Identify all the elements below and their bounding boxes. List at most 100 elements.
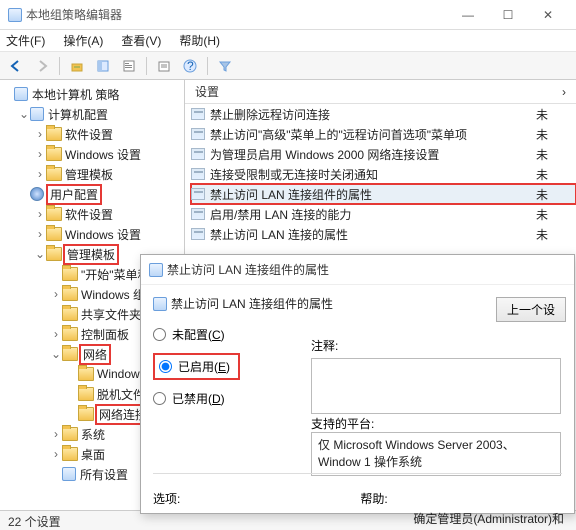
list-item-state: 未 bbox=[536, 186, 576, 203]
comment-textarea[interactable] bbox=[311, 358, 561, 414]
menu-action[interactable]: 操作(A) bbox=[63, 32, 103, 49]
list-row[interactable]: 禁止访问"高级"菜单上的"远程访问首选项"菜单项未 bbox=[191, 124, 576, 144]
list-item-state: 未 bbox=[536, 226, 576, 243]
expander-icon[interactable]: › bbox=[50, 327, 62, 341]
folder-icon bbox=[46, 207, 62, 221]
export-button[interactable] bbox=[152, 55, 176, 77]
policy-icon bbox=[14, 87, 28, 101]
help-label: 帮助: bbox=[360, 490, 387, 507]
list-item-text: 启用/禁用 LAN 连接的能力 bbox=[210, 206, 536, 223]
dialog-icon bbox=[149, 263, 163, 277]
toolbar: ? bbox=[0, 52, 576, 80]
show-hide-button[interactable] bbox=[91, 55, 115, 77]
separator bbox=[59, 57, 60, 75]
maximize-button[interactable]: ☐ bbox=[488, 8, 528, 22]
policy-item-icon bbox=[191, 188, 205, 200]
tree-software-settings[interactable]: ›软件设置 bbox=[34, 124, 184, 144]
separator bbox=[207, 57, 208, 75]
back-button[interactable] bbox=[4, 55, 28, 77]
folder-icon bbox=[62, 267, 78, 281]
up-button[interactable] bbox=[65, 55, 89, 77]
filter-button[interactable] bbox=[213, 55, 237, 77]
folder-icon bbox=[62, 287, 78, 301]
list-row[interactable]: 启用/禁用 LAN 连接的能力未 bbox=[191, 204, 576, 224]
folder-icon bbox=[46, 147, 62, 161]
user-icon bbox=[30, 187, 44, 201]
expander-icon[interactable]: › bbox=[50, 447, 62, 461]
menu-file[interactable]: 文件(F) bbox=[6, 32, 45, 49]
folder-icon bbox=[46, 227, 62, 241]
expander-icon[interactable]: › bbox=[34, 127, 46, 141]
expander-icon[interactable]: › bbox=[34, 227, 46, 241]
list-item-state: 未 bbox=[536, 206, 576, 223]
radio-enabled[interactable]: 已启用(E) bbox=[159, 358, 230, 375]
policy-item-icon bbox=[191, 228, 205, 240]
list-row[interactable]: 禁止访问 LAN 连接组件的属性未 bbox=[191, 184, 576, 204]
properties-button[interactable] bbox=[117, 55, 141, 77]
list-body: 禁止删除远程访问连接未禁止访问"高级"菜单上的"远程访问首选项"菜单项未为管理员… bbox=[185, 104, 576, 244]
dialog-title: 禁止访问 LAN 连接组件的属性 bbox=[167, 261, 566, 278]
list-item-state: 未 bbox=[536, 146, 576, 163]
separator bbox=[146, 57, 147, 75]
expander-icon[interactable]: › bbox=[34, 207, 46, 221]
settings-icon bbox=[62, 467, 76, 481]
tree-u-software[interactable]: ›软件设置 bbox=[34, 204, 184, 224]
help-button[interactable]: ? bbox=[178, 55, 202, 77]
list-row[interactable]: 连接受限制或无连接时关闭通知未 bbox=[191, 164, 576, 184]
folder-icon bbox=[78, 367, 94, 381]
menu-view[interactable]: 查看(V) bbox=[121, 32, 161, 49]
tree-windows-settings[interactable]: ›Windows 设置 bbox=[34, 144, 184, 164]
list-header[interactable]: 设置 › bbox=[185, 80, 576, 104]
policy-item-icon bbox=[191, 168, 205, 180]
folder-icon bbox=[78, 407, 94, 421]
help-description: 确定管理员(Administrator)和 bbox=[413, 510, 564, 527]
computer-icon bbox=[30, 107, 44, 121]
policy-item-icon bbox=[191, 108, 205, 120]
expander-icon[interactable]: ⌄ bbox=[18, 107, 30, 121]
window-title: 本地组策略编辑器 bbox=[26, 6, 448, 23]
expander-icon[interactable]: › bbox=[34, 167, 46, 181]
divider bbox=[153, 473, 562, 474]
folder-icon bbox=[78, 387, 94, 401]
tree-root[interactable]: 本地计算机 策略 bbox=[2, 84, 184, 104]
list-item-text: 禁止删除远程访问连接 bbox=[210, 106, 536, 123]
menu-bar: 文件(F) 操作(A) 查看(V) 帮助(H) bbox=[0, 30, 576, 52]
list-row[interactable]: 为管理员启用 Windows 2000 网络连接设置未 bbox=[191, 144, 576, 164]
folder-icon bbox=[46, 247, 62, 261]
list-item-text: 禁止访问 LAN 连接组件的属性 bbox=[210, 186, 536, 203]
list-row[interactable]: 禁止删除远程访问连接未 bbox=[191, 104, 576, 124]
tree-u-windows[interactable]: ›Windows 设置 bbox=[34, 224, 184, 244]
tree-computer-config[interactable]: ⌄计算机配置 bbox=[18, 104, 184, 124]
tree-user-config[interactable]: 用户配置 bbox=[18, 184, 184, 204]
app-icon bbox=[8, 8, 22, 22]
policy-icon bbox=[153, 297, 167, 311]
folder-icon bbox=[46, 167, 62, 181]
expander-icon[interactable]: › bbox=[34, 147, 46, 161]
comment-label: 注释: bbox=[311, 339, 338, 353]
title-bar: 本地组策略编辑器 — ☐ ✕ bbox=[0, 0, 576, 30]
folder-icon bbox=[62, 307, 78, 321]
list-item-text: 为管理员启用 Windows 2000 网络连接设置 bbox=[210, 146, 536, 163]
tree-admin-templates[interactable]: ›管理模板 bbox=[34, 164, 184, 184]
expander-icon[interactable]: › bbox=[50, 427, 62, 441]
policy-item-icon bbox=[191, 208, 205, 220]
platform-box: 仅 Microsoft Windows Server 2003、Window 1… bbox=[311, 432, 561, 476]
expander-icon[interactable]: ⌄ bbox=[34, 247, 46, 261]
previous-setting-button[interactable]: 上一个设 bbox=[496, 297, 566, 322]
forward-button[interactable] bbox=[30, 55, 54, 77]
folder-icon bbox=[46, 127, 62, 141]
menu-help[interactable]: 帮助(H) bbox=[179, 32, 220, 49]
dialog-titlebar: 禁止访问 LAN 连接组件的属性 bbox=[141, 255, 574, 285]
folder-icon bbox=[62, 347, 78, 361]
policy-item-icon bbox=[191, 148, 205, 160]
policy-dialog: 禁止访问 LAN 连接组件的属性 禁止访问 LAN 连接组件的属性 上一个设 未… bbox=[140, 254, 575, 514]
close-button[interactable]: ✕ bbox=[528, 8, 568, 22]
minimize-button[interactable]: — bbox=[448, 8, 488, 22]
expander-icon[interactable]: ⌄ bbox=[50, 347, 62, 361]
platform-label: 支持的平台: bbox=[311, 417, 374, 431]
expander-icon[interactable]: › bbox=[50, 287, 62, 301]
list-item-text: 禁止访问"高级"菜单上的"远程访问首选项"菜单项 bbox=[210, 126, 536, 143]
list-row[interactable]: 禁止访问 LAN 连接的属性未 bbox=[191, 224, 576, 244]
folder-icon bbox=[62, 427, 78, 441]
status-text: 22 个设置 bbox=[8, 515, 61, 529]
